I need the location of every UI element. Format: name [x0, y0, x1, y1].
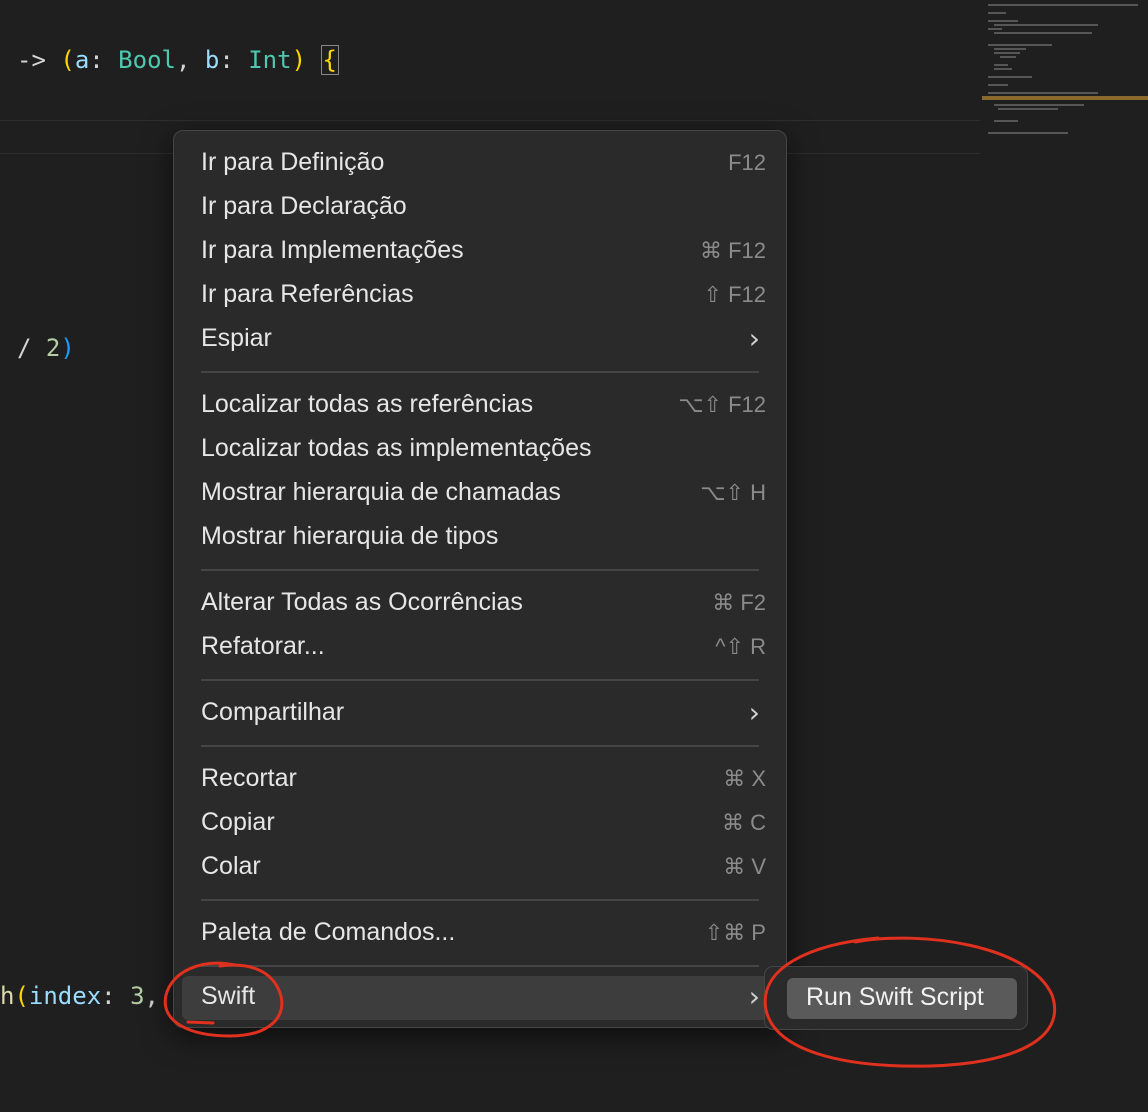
- menu-separator: [201, 965, 759, 967]
- menu-item-paste[interactable]: Colar ⌘ V: [174, 846, 786, 890]
- menu-item-run-swift-script[interactable]: Run Swift Script: [787, 978, 1017, 1019]
- chevron-right-icon: ›: [748, 980, 760, 1013]
- menu-separator: [201, 569, 759, 571]
- menu-item-copy[interactable]: Copiar ⌘ C: [174, 802, 786, 846]
- code-line-call: h(index: 3,: [0, 982, 159, 1010]
- menu-separator: [201, 679, 759, 681]
- menu-item-go-to-definition[interactable]: Ir para Definição F12: [174, 142, 786, 186]
- swift-submenu: Run Swift Script: [764, 966, 1028, 1030]
- menu-item-show-call-hierarchy[interactable]: Mostrar hierarquia de chamadas ⌥⇧ H: [174, 472, 786, 516]
- menu-item-show-type-hierarchy[interactable]: Mostrar hierarquia de tipos: [174, 516, 786, 560]
- menu-item-go-to-references[interactable]: Ir para Referências ⇧ F12: [174, 274, 786, 318]
- shortcut-label: ⌥⇧ H: [700, 480, 766, 505]
- shortcut-label: ⌘ X: [723, 766, 766, 791]
- menu-separator: [201, 899, 759, 901]
- shortcut-label: ⇧ F12: [703, 282, 766, 307]
- menu-item-find-all-implementations[interactable]: Localizar todas as implementações: [174, 428, 786, 472]
- shortcut-label: ⇧⌘ P: [704, 920, 766, 945]
- shortcut-label: F12: [728, 150, 766, 175]
- shortcut-label: ⌘ F2: [712, 590, 766, 615]
- menu-separator: [201, 371, 759, 373]
- shortcut-label: ⌘ V: [723, 854, 766, 879]
- shortcut-label: ^⇧ R: [715, 634, 766, 659]
- context-menu: Ir para Definição F12 Ir para Declaração…: [173, 130, 787, 1028]
- menu-item-change-all-occurrences[interactable]: Alterar Todas as Ocorrências ⌘ F2: [174, 582, 786, 626]
- menu-separator: [201, 745, 759, 747]
- minimap-highlight: [982, 96, 1148, 100]
- menu-item-swift[interactable]: Swift ›: [182, 976, 778, 1020]
- shortcut-label: ⌘ C: [722, 810, 766, 835]
- code-line-division: / 2): [17, 334, 75, 362]
- menu-item-share[interactable]: Compartilhar ›: [174, 692, 786, 736]
- shortcut-label: ⌥⇧ F12: [678, 392, 766, 417]
- menu-item-go-to-declaration[interactable]: Ir para Declaração: [174, 186, 786, 230]
- menu-item-command-palette[interactable]: Paleta de Comandos... ⇧⌘ P: [174, 912, 786, 956]
- chevron-right-icon: ›: [748, 322, 760, 355]
- code-line-signature: -> (a: Bool, b: Int) {: [17, 45, 339, 75]
- menu-item-refactor[interactable]: Refatorar... ^⇧ R: [174, 626, 786, 670]
- chevron-right-icon: ›: [748, 696, 760, 729]
- menu-item-find-all-references[interactable]: Localizar todas as referências ⌥⇧ F12: [174, 384, 786, 428]
- minimap[interactable]: [982, 0, 1148, 150]
- menu-item-go-to-implementations[interactable]: Ir para Implementações ⌘ F12: [174, 230, 786, 274]
- menu-item-peek[interactable]: Espiar ›: [174, 318, 786, 362]
- shortcut-label: ⌘ F12: [699, 238, 766, 263]
- menu-item-cut[interactable]: Recortar ⌘ X: [174, 758, 786, 802]
